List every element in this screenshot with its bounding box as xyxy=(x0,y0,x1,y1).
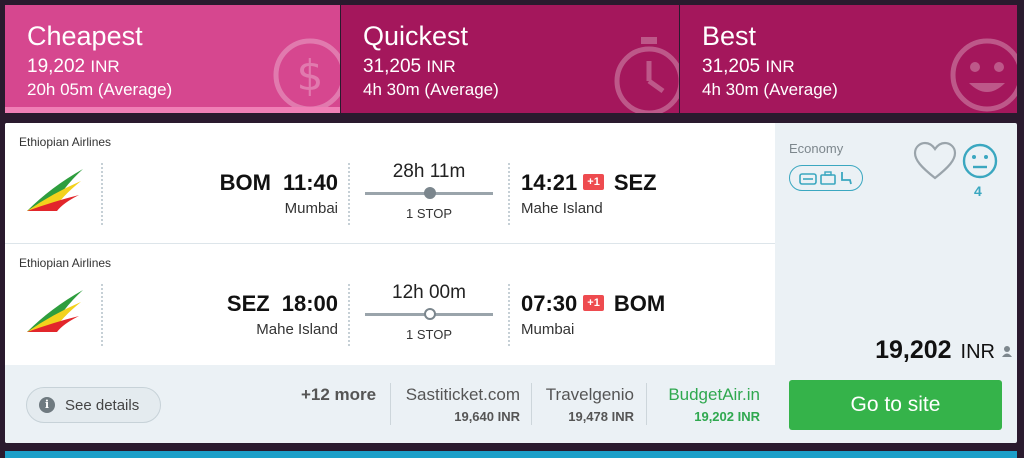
favorite-heart-icon[interactable] xyxy=(913,141,957,181)
divider xyxy=(101,163,103,225)
briefcase-icon xyxy=(820,171,836,185)
airline-name: Ethiopian Airlines xyxy=(19,135,112,149)
cabin-class: Economy xyxy=(789,141,844,156)
provider-price: 19,640 INR xyxy=(454,409,520,424)
flight-duration: 28h 11m xyxy=(392,161,466,182)
rating-face-icon xyxy=(962,143,998,179)
flight-leg-outbound[interactable]: Ethiopian Airlines BOM 11:40 Mumbai 28h 1… xyxy=(5,123,775,244)
provider-price: 19,478 INR xyxy=(568,409,634,424)
rating-score: 4 xyxy=(974,183,982,199)
dollar-coin-icon: $ xyxy=(273,38,340,107)
provider-name: Travelgenio xyxy=(545,385,634,404)
provider-budgetair[interactable]: BudgetAir.in 19,202 INR xyxy=(668,385,760,424)
stops-label: 1 STOP xyxy=(405,327,452,342)
flight-leg-return[interactable]: Ethiopian Airlines SEZ 18:00 Mahe Island … xyxy=(5,244,775,365)
stop-marker xyxy=(424,308,436,320)
day-offset-badge: +1 xyxy=(583,295,604,312)
divider xyxy=(646,383,647,425)
see-details-label: See details xyxy=(65,396,140,414)
provider-travelgenio[interactable]: Travelgenio 19,478 INR xyxy=(546,385,634,424)
amenities-badge[interactable] xyxy=(789,165,863,191)
ethiopian-airlines-logo xyxy=(27,290,83,332)
provider-sastiticket[interactable]: Sastiticket.com 19,640 INR xyxy=(406,385,520,424)
departure: BOM 11:40 xyxy=(219,170,338,195)
baggage-icon xyxy=(799,173,817,185)
departure-city: Mahe Island xyxy=(256,321,338,338)
see-details-button[interactable]: i See details xyxy=(26,387,161,423)
divider xyxy=(348,163,350,225)
departure: SEZ 18:00 xyxy=(226,291,338,316)
ethiopian-airlines-logo xyxy=(27,169,83,211)
arrival-city: Mumbai xyxy=(521,321,575,338)
info-icon: i xyxy=(39,397,55,413)
tab-best[interactable]: Best 31,205 INR 4h 30m (Average) xyxy=(680,5,1017,113)
stops-label: 1 STOP xyxy=(405,206,452,221)
go-to-site-button[interactable]: Go to site xyxy=(789,380,1002,430)
stopwatch-icon xyxy=(614,37,679,113)
divider xyxy=(531,383,532,425)
departure-city: Mumbai xyxy=(284,200,338,217)
provider-name: BudgetAir.in xyxy=(668,385,760,404)
flight-duration: 12h 00m xyxy=(392,282,466,303)
per-person-icon xyxy=(1002,346,1012,357)
divider xyxy=(508,163,510,225)
divider xyxy=(390,383,391,425)
divider xyxy=(508,284,510,346)
arrival-city: Mahe Island xyxy=(521,200,603,217)
flight-result-card[interactable]: Ethiopian Airlines BOM 11:40 Mumbai 28h 1… xyxy=(5,123,1017,443)
divider xyxy=(101,284,103,346)
day-offset-badge: +1 xyxy=(583,174,604,191)
svg-text:$: $ xyxy=(297,51,324,100)
total-price: 19,202 INR xyxy=(875,336,995,364)
sort-tabs: Cheapest 19,202 INR 20h 05m (Average) $ … xyxy=(5,5,1017,113)
smiley-icon xyxy=(950,38,1017,112)
tab-cheapest[interactable]: Cheapest 19,202 INR 20h 05m (Average) $ xyxy=(5,5,340,113)
provider-price: 19,202 INR xyxy=(694,409,760,424)
stop-marker xyxy=(424,187,436,199)
arrival: 07:30 +1 BOM xyxy=(521,291,666,316)
seat-icon xyxy=(841,172,852,185)
provider-name: Sastiticket.com xyxy=(405,385,520,404)
divider xyxy=(348,284,350,346)
arrival: 14:21 +1 SEZ xyxy=(521,170,657,195)
more-providers-link[interactable]: +12 more xyxy=(301,385,376,405)
next-result-edge xyxy=(5,451,1017,458)
tab-quickest[interactable]: Quickest 31,205 INR 4h 30m (Average) xyxy=(341,5,679,113)
airline-name: Ethiopian Airlines xyxy=(19,256,112,270)
providers-row: i See details +12 more Sastiticket.com 1… xyxy=(5,365,775,443)
flight-legs: Ethiopian Airlines BOM 11:40 Mumbai 28h 1… xyxy=(5,123,775,365)
